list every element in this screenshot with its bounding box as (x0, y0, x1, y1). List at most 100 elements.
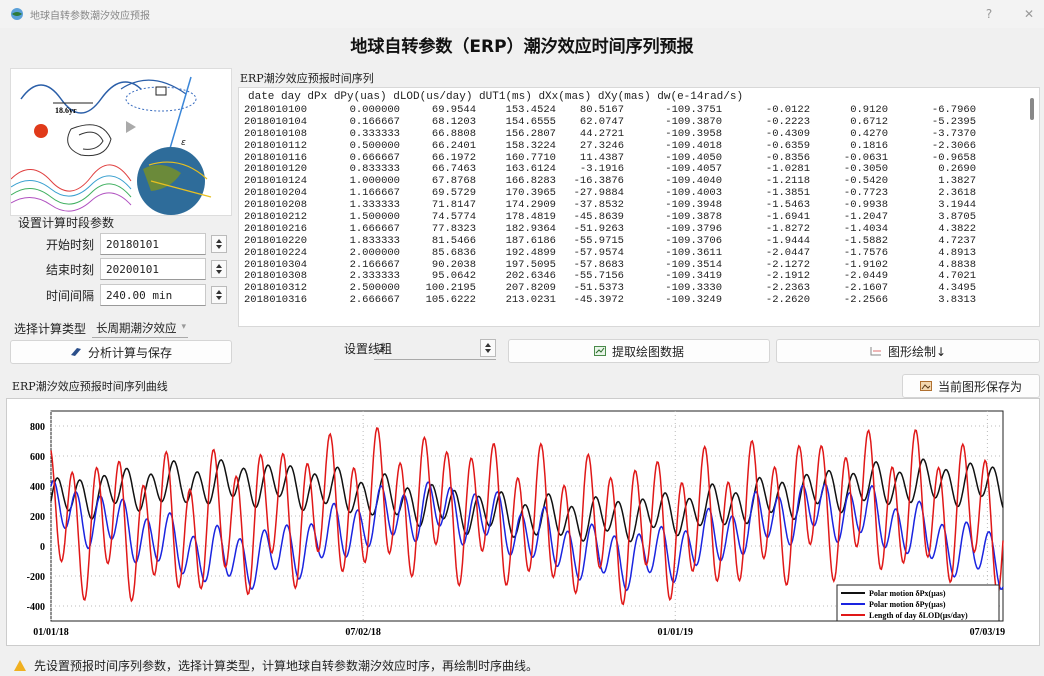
chart-icon (593, 346, 606, 356)
table-row: 2018010112 0.500000 66.2401 158.3224 27.3246… (244, 139, 1034, 153)
type-row: 选择计算类型 长周期潮汐效应 ▾ (14, 318, 189, 338)
x-tick-label: 07/02/18 (345, 627, 381, 638)
legend-label: Polar motion δPy(μas) (869, 600, 946, 609)
type-select[interactable]: 长周期潮汐效应 ▾ (92, 318, 189, 338)
extract-data-label: 提取绘图数据 (611, 344, 684, 359)
table-cell: -1.5882 (843, 234, 888, 247)
interval-spinner[interactable] (211, 286, 227, 304)
table-title: ERP潮汐效应预报时间序列 (240, 72, 374, 85)
analyze-save-button[interactable]: 分析计算与保存 (10, 340, 232, 364)
table-cell: 187.6186 (505, 234, 556, 247)
time-series-chart[interactable]: -400 -200 0 200 400 600 800 01/01/18 07/02/18 01/… (6, 398, 1040, 646)
table-cell: 154.6555 (505, 115, 556, 128)
table-cell: -109.3249 (665, 294, 722, 307)
plot-icon (870, 347, 881, 356)
y-tick-label: 0 (40, 542, 45, 553)
title-bar: 地球自转参数潮汐效应预报 ? ✕ (0, 0, 1044, 28)
start-input[interactable]: 20180101 (100, 233, 206, 255)
table-cell: 2018010220 (244, 234, 308, 247)
draw-chart-label: 图形绘制↓ (887, 344, 947, 359)
settings-group-label: 设置计算时段参数 (18, 216, 115, 230)
table-header: date day dPx dPy(uas) dLOD(us/day) dUT1(… (248, 91, 744, 103)
page-title: 地球自转参数（ERP）潮汐效应时间序列预报 (350, 37, 694, 57)
table-cell: 4.7237 (938, 234, 976, 247)
table-scrollbar[interactable] (1030, 98, 1034, 120)
table-cell: 0.1816 (850, 139, 888, 152)
warning-icon (14, 659, 26, 671)
table-cell: 213.0231 (505, 294, 556, 307)
table-cell: -3.7370 (931, 127, 976, 140)
table-cell: 66.8808 (431, 127, 476, 140)
line-width-spinner[interactable] (480, 339, 496, 357)
earth-rotation-illustration: 18.6yr ε (10, 68, 232, 216)
table-cell: 2.000000 (349, 246, 400, 259)
table-body: 2018010100 0.000000 69.9544 153.4524 80.5167… (244, 104, 1034, 307)
table-cell: 85.6836 (431, 246, 476, 259)
table-cell: -1.4034 (843, 222, 888, 235)
table-cell: 2018010108 (244, 127, 308, 140)
interval-input[interactable]: 240.00 min (100, 284, 206, 306)
end-input[interactable]: 20200101 (100, 258, 206, 280)
table-cell: 2018010112 (244, 139, 308, 152)
legend-label: Polar motion δPx(μas) (869, 589, 946, 598)
y-tick-label: -400 (27, 602, 45, 613)
y-tick-label: 200 (30, 512, 45, 523)
start-spinner[interactable] (211, 235, 227, 253)
table-cell: 1.833333 (349, 234, 400, 247)
table-cell: 158.3224 (505, 139, 556, 152)
table-cell: -1.8272 (765, 222, 810, 235)
table-cell: -1.7576 (843, 246, 888, 259)
table-cell: 44.2721 (579, 127, 624, 140)
table-cell: -109.4018 (665, 139, 722, 152)
table-cell: 2018010224 (244, 246, 308, 259)
table-cell: 0.333333 (349, 127, 400, 140)
save-figure-button[interactable]: 当前图形保存为 (902, 374, 1040, 398)
table-cell: -109.3870 (665, 115, 722, 128)
book-icon (70, 348, 81, 356)
table-cell: -0.6359 (765, 139, 810, 152)
close-button[interactable]: ✕ (1022, 7, 1036, 21)
table-cell: -109.3796 (665, 222, 722, 235)
status-bar: 先设置预报时间序列参数，选择计算类型，计算地球自转参数潮汐效应时序，再绘制时序曲… (0, 654, 1044, 676)
table-cell: 192.4899 (505, 246, 556, 259)
table-cell: 0.500000 (349, 139, 400, 152)
line-width-value: 2 (378, 342, 385, 355)
y-tick-label: 800 (30, 422, 45, 433)
table-cell: 2018010104 (244, 115, 308, 128)
draw-chart-button[interactable]: 图形绘制↓ (776, 339, 1040, 363)
app-icon (11, 8, 23, 20)
table-cell: -57.9574 (573, 246, 624, 259)
end-spinner[interactable] (211, 260, 227, 278)
table-cell: -0.4309 (765, 127, 810, 140)
y-tick-label: 400 (30, 482, 45, 493)
table-cell: -109.3611 (665, 246, 722, 259)
analyze-save-label: 分析计算与保存 (87, 345, 172, 360)
table-cell: 2018010216 (244, 222, 308, 235)
table-cell: 0.4270 (850, 127, 888, 140)
help-button[interactable]: ? (982, 7, 996, 21)
window-title: 地球自转参数潮汐效应预报 (30, 10, 150, 22)
table-cell: 4.3822 (938, 222, 976, 235)
table-cell: 1.666667 (349, 222, 400, 235)
line-width-input[interactable]: 2 (374, 338, 496, 360)
table-cell: 3.8313 (938, 294, 976, 307)
extract-data-button[interactable]: 提取绘图数据 (508, 339, 770, 363)
table-cell: 62.0747 (579, 115, 624, 128)
start-label: 开始时刻 (45, 237, 94, 252)
status-message: 先设置预报时间序列参数，选择计算类型，计算地球自转参数潮汐效应时序，再绘制时序曲… (34, 658, 539, 673)
table-row: 2018010220 1.833333 81.5466 187.6186 -55.971… (244, 234, 1034, 248)
chevron-down-icon: ▾ (181, 322, 187, 332)
end-row: 结束时刻 20200101 (10, 258, 227, 280)
interval-label: 时间间隔 (45, 288, 94, 303)
time-series-table[interactable]: date day dPx dPy(uas) dLOD(us/day) dUT1(… (238, 87, 1040, 327)
save-figure-label: 当前图形保存为 (937, 379, 1022, 394)
table-cell: 27.3246 (579, 139, 624, 152)
table-row: 2018010108 0.333333 66.8808 156.2807 44.2721… (244, 127, 1034, 141)
table-cell: 77.8323 (431, 222, 476, 235)
table-row: 2018010316 2.666667 105.6222 213.0231 -45.39… (244, 294, 1034, 307)
table-cell: -45.3972 (573, 294, 624, 307)
table-cell: 0.166667 (349, 115, 400, 128)
table-cell: 66.2401 (431, 139, 476, 152)
table-row: 2018010224 2.000000 85.6836 192.4899 -57.957… (244, 246, 1034, 260)
table-cell: -109.3958 (665, 127, 722, 140)
